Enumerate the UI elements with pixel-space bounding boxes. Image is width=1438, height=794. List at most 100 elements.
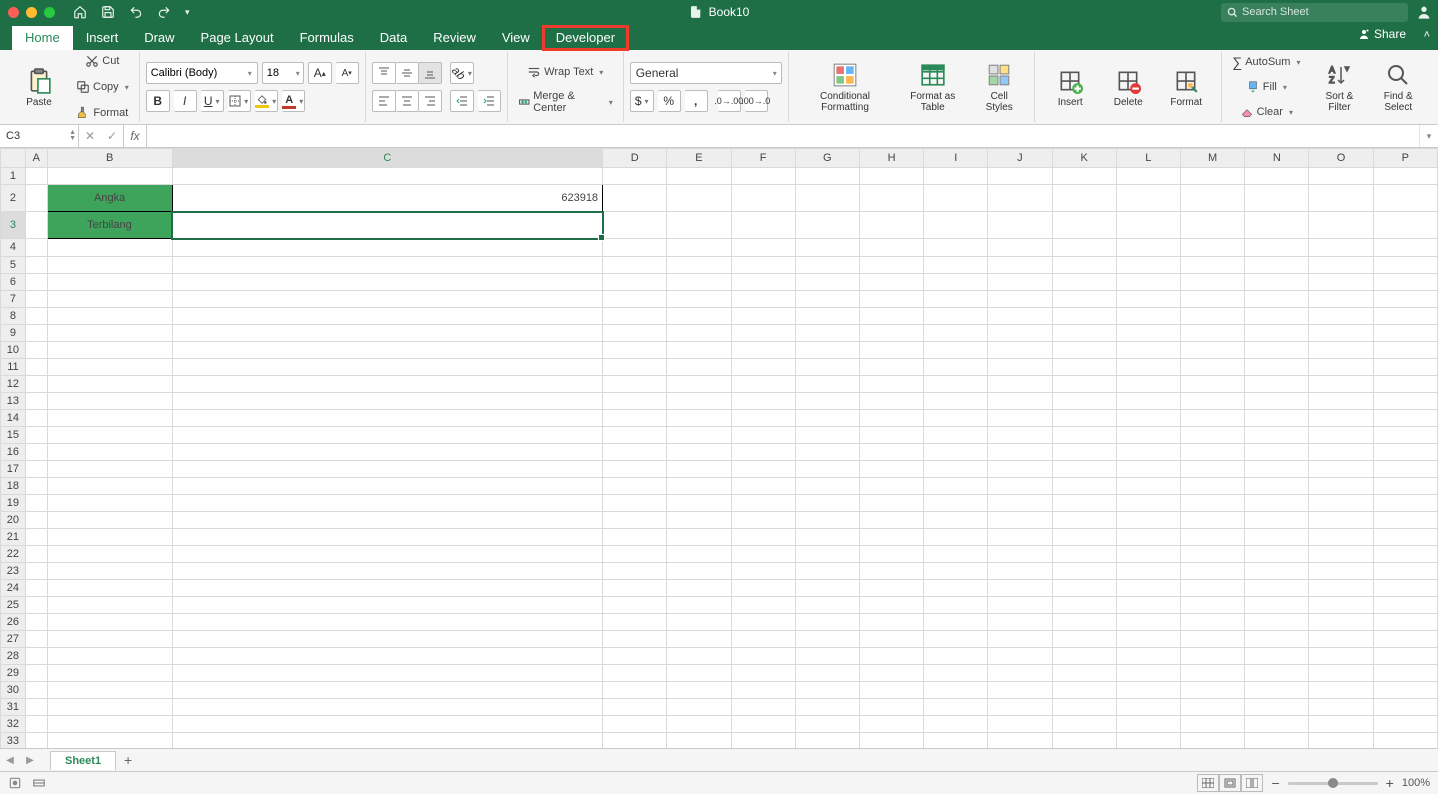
- cell-D30[interactable]: [603, 681, 667, 698]
- cell-I3[interactable]: [924, 212, 988, 239]
- align-bottom-button[interactable]: [419, 62, 442, 84]
- cell-P31[interactable]: [1373, 698, 1437, 715]
- cell-N12[interactable]: [1245, 375, 1309, 392]
- italic-button[interactable]: I: [174, 90, 197, 112]
- cell-O5[interactable]: [1309, 256, 1373, 273]
- cell-I22[interactable]: [924, 545, 988, 562]
- cell-J27[interactable]: [988, 630, 1052, 647]
- cell-C7[interactable]: [172, 290, 602, 307]
- zoom-out-button[interactable]: −: [1271, 775, 1279, 791]
- cell-F16[interactable]: [731, 443, 795, 460]
- col-header-A[interactable]: A: [25, 149, 47, 168]
- cell-H1[interactable]: [859, 168, 923, 185]
- cell-G19[interactable]: [795, 494, 859, 511]
- row-header-4[interactable]: 4: [1, 239, 26, 257]
- format-painter-button[interactable]: Format: [72, 101, 133, 125]
- cell-A5[interactable]: [25, 256, 47, 273]
- cancel-formula-button[interactable]: ✕: [79, 129, 101, 143]
- cell-K23[interactable]: [1052, 562, 1116, 579]
- cell-O25[interactable]: [1309, 596, 1373, 613]
- cell-K3[interactable]: [1052, 212, 1116, 239]
- row-header-30[interactable]: 30: [1, 681, 26, 698]
- cell-M20[interactable]: [1180, 511, 1244, 528]
- cell-A23[interactable]: [25, 562, 47, 579]
- cell-I20[interactable]: [924, 511, 988, 528]
- sheet-tab[interactable]: Sheet1: [50, 751, 116, 770]
- cell-I25[interactable]: [924, 596, 988, 613]
- cell-L31[interactable]: [1116, 698, 1180, 715]
- cell-J18[interactable]: [988, 477, 1052, 494]
- cell-G20[interactable]: [795, 511, 859, 528]
- cell-J19[interactable]: [988, 494, 1052, 511]
- cell-M23[interactable]: [1180, 562, 1244, 579]
- cell-N11[interactable]: [1245, 358, 1309, 375]
- cell-J2[interactable]: [988, 185, 1052, 212]
- cell-D17[interactable]: [603, 460, 667, 477]
- row-header-11[interactable]: 11: [1, 358, 26, 375]
- cell-I27[interactable]: [924, 630, 988, 647]
- row-header-32[interactable]: 32: [1, 715, 26, 732]
- cell-B31[interactable]: [47, 698, 172, 715]
- cell-N28[interactable]: [1245, 647, 1309, 664]
- row-header-6[interactable]: 6: [1, 273, 26, 290]
- cell-F28[interactable]: [731, 647, 795, 664]
- cell-G4[interactable]: [795, 239, 859, 257]
- row-header-29[interactable]: 29: [1, 664, 26, 681]
- increase-decimal-button[interactable]: .0→.00: [718, 90, 741, 112]
- cell-P24[interactable]: [1373, 579, 1437, 596]
- cell-E19[interactable]: [667, 494, 731, 511]
- cell-J11[interactable]: [988, 358, 1052, 375]
- cell-J9[interactable]: [988, 324, 1052, 341]
- cell-styles-button[interactable]: Cell Styles: [970, 61, 1028, 113]
- format-as-table-button[interactable]: Format as Table: [895, 61, 970, 113]
- cell-I16[interactable]: [924, 443, 988, 460]
- cell-D5[interactable]: [603, 256, 667, 273]
- cell-K20[interactable]: [1052, 511, 1116, 528]
- tab-insert[interactable]: Insert: [73, 26, 132, 50]
- row-header-21[interactable]: 21: [1, 528, 26, 545]
- cell-J24[interactable]: [988, 579, 1052, 596]
- cell-G26[interactable]: [795, 613, 859, 630]
- cell-E33[interactable]: [667, 732, 731, 748]
- cell-E7[interactable]: [667, 290, 731, 307]
- cell-M9[interactable]: [1180, 324, 1244, 341]
- align-center-button[interactable]: [396, 90, 419, 112]
- cell-P8[interactable]: [1373, 307, 1437, 324]
- cell-H25[interactable]: [859, 596, 923, 613]
- row-header-22[interactable]: 22: [1, 545, 26, 562]
- cell-H16[interactable]: [859, 443, 923, 460]
- cell-D20[interactable]: [603, 511, 667, 528]
- cell-H24[interactable]: [859, 579, 923, 596]
- cell-D33[interactable]: [603, 732, 667, 748]
- cell-O11[interactable]: [1309, 358, 1373, 375]
- cell-H5[interactable]: [859, 256, 923, 273]
- cell-L26[interactable]: [1116, 613, 1180, 630]
- cell-L11[interactable]: [1116, 358, 1180, 375]
- cell-G28[interactable]: [795, 647, 859, 664]
- cell-M18[interactable]: [1180, 477, 1244, 494]
- cell-O8[interactable]: [1309, 307, 1373, 324]
- cell-H3[interactable]: [859, 212, 923, 239]
- cell-O7[interactable]: [1309, 290, 1373, 307]
- cell-M17[interactable]: [1180, 460, 1244, 477]
- cell-D21[interactable]: [603, 528, 667, 545]
- decrease-font-button[interactable]: A▾: [336, 62, 359, 84]
- cell-B24[interactable]: [47, 579, 172, 596]
- delete-cells-button[interactable]: Delete: [1099, 67, 1157, 108]
- cell-O33[interactable]: [1309, 732, 1373, 748]
- col-header-E[interactable]: E: [667, 149, 731, 168]
- cell-L8[interactable]: [1116, 307, 1180, 324]
- cell-L7[interactable]: [1116, 290, 1180, 307]
- cell-P25[interactable]: [1373, 596, 1437, 613]
- cell-J14[interactable]: [988, 409, 1052, 426]
- cell-F12[interactable]: [731, 375, 795, 392]
- tab-data[interactable]: Data: [367, 26, 420, 50]
- end-mode-icon[interactable]: [32, 776, 46, 790]
- cell-K6[interactable]: [1052, 273, 1116, 290]
- cell-M27[interactable]: [1180, 630, 1244, 647]
- cell-K13[interactable]: [1052, 392, 1116, 409]
- cell-A9[interactable]: [25, 324, 47, 341]
- cell-B19[interactable]: [47, 494, 172, 511]
- cell-J1[interactable]: [988, 168, 1052, 185]
- tab-page-layout[interactable]: Page Layout: [188, 26, 287, 50]
